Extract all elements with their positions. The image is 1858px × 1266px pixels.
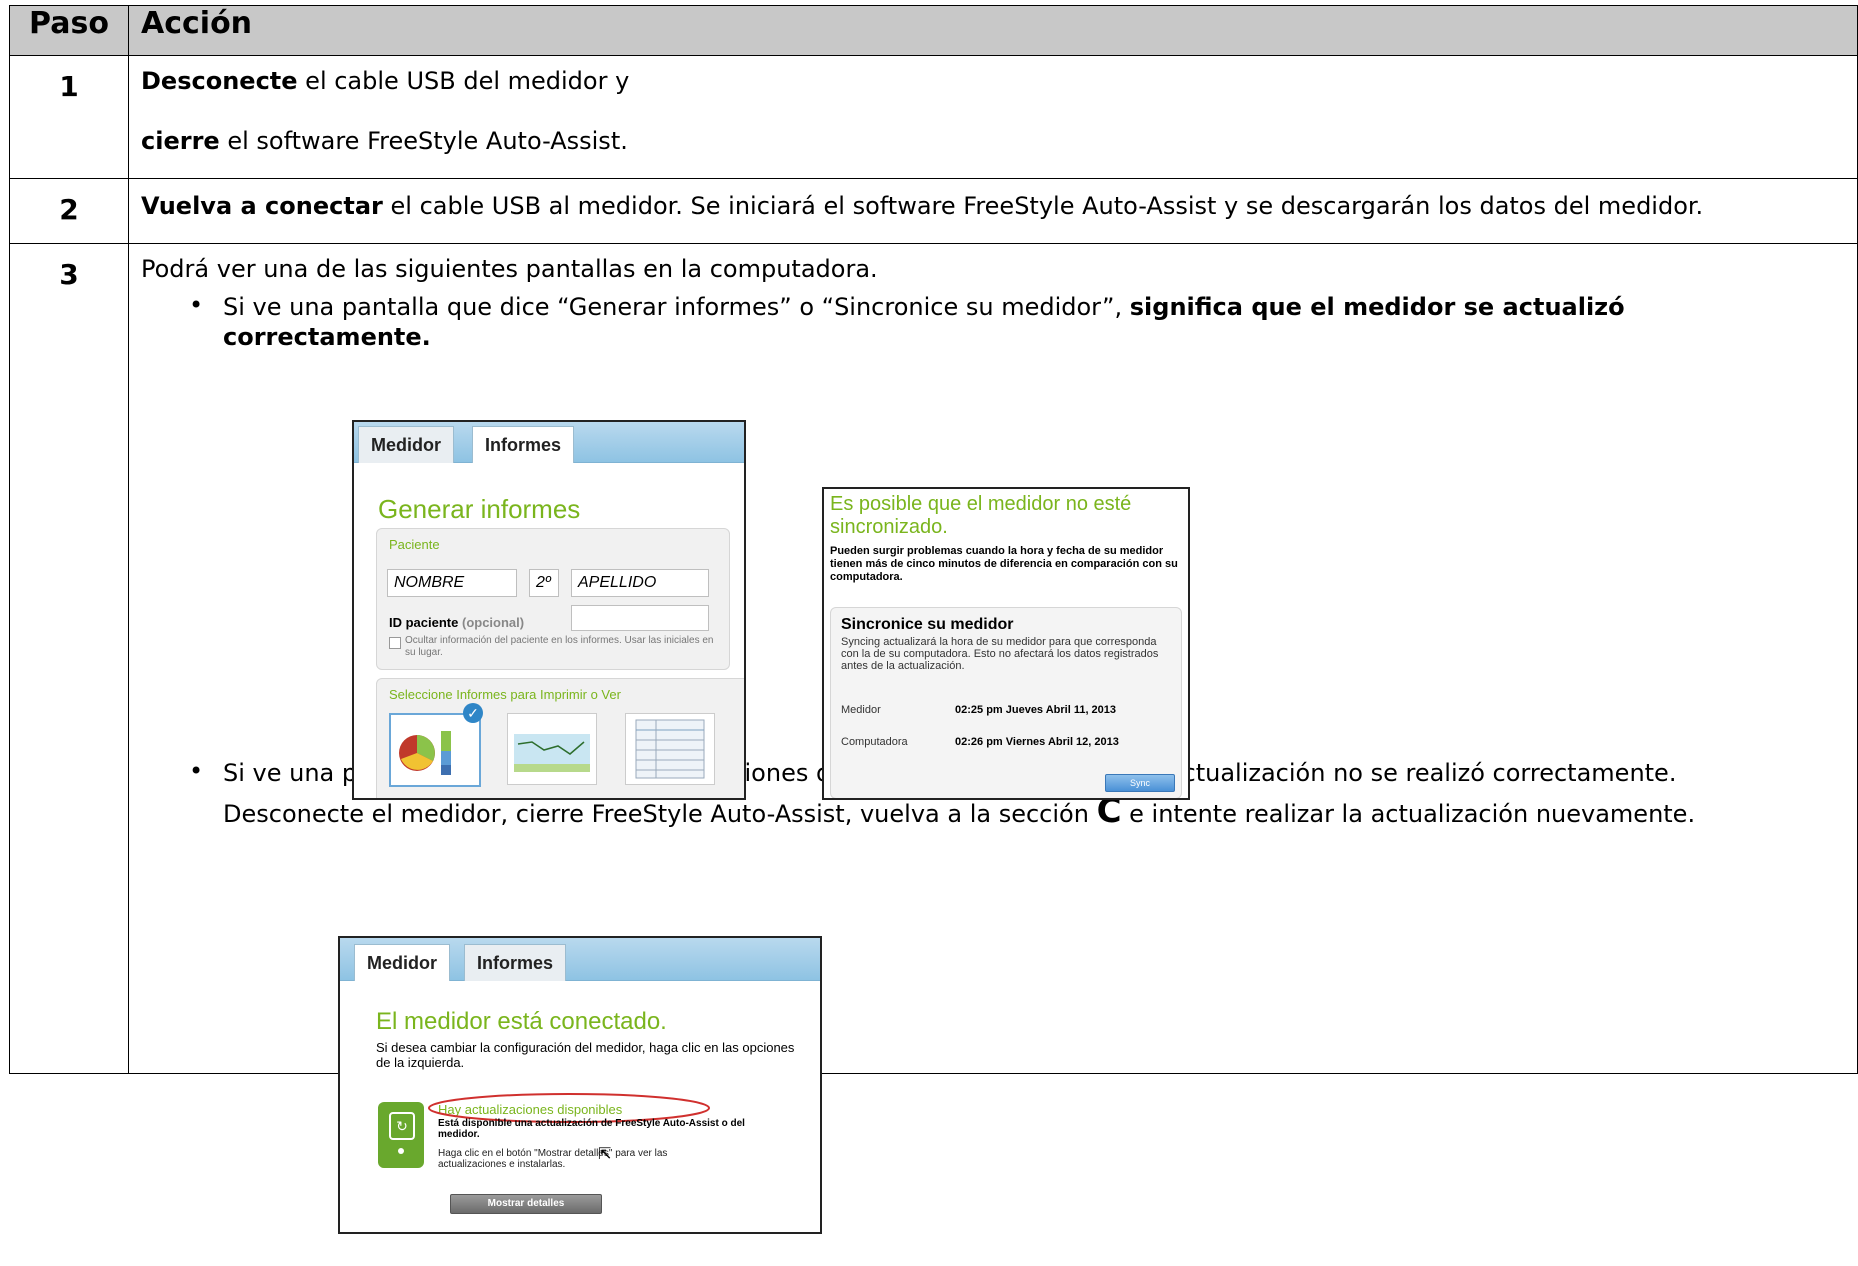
step-line: Vuelva a conectar el cable USB al medido… bbox=[141, 191, 1857, 221]
computer-label: Computadora bbox=[841, 736, 908, 748]
reports-panel: Seleccione Informes para Imprimir o Ver … bbox=[376, 678, 744, 798]
step-number: 2 bbox=[9, 178, 129, 244]
bold-text: cierre bbox=[141, 127, 220, 155]
text: el cable USB del medidor y bbox=[297, 67, 630, 95]
tab-bar: Medidor Informes bbox=[340, 938, 820, 981]
text: Si ve una pantalla que dice “Generar inf… bbox=[223, 293, 1130, 321]
bullet-icon: • bbox=[189, 291, 204, 319]
show-details-button[interactable]: Mostrar detalles bbox=[450, 1194, 602, 1214]
middle-initial-field[interactable]: 2º bbox=[529, 569, 559, 597]
bullet-icon: • bbox=[189, 757, 204, 785]
text: Desconecte el medidor, cierre FreeStyle … bbox=[223, 800, 1097, 828]
id-label: ID paciente (opcional) bbox=[389, 615, 524, 630]
step-intro: Podrá ver una de las siguientes pantalla… bbox=[141, 255, 878, 283]
id-label-text: ID paciente bbox=[389, 615, 459, 630]
step-line: Desconecte el cable USB del medidor y bbox=[141, 66, 1857, 96]
table-icon bbox=[635, 719, 705, 779]
step-text: Desconecte el cable USB del medidor y ci… bbox=[128, 55, 1858, 179]
line-chart-icon bbox=[514, 734, 590, 772]
text: el cable USB al medidor. Se iniciará el … bbox=[382, 192, 1704, 220]
pie-report-icon bbox=[399, 731, 451, 775]
cursor-icon: ⇱ bbox=[598, 1146, 612, 1163]
tab-bar: Medidor Informes bbox=[354, 422, 744, 463]
page-title: El medidor está conectado. bbox=[376, 1008, 667, 1035]
table-row: 1 Desconecte el cable USB del medidor y … bbox=[9, 55, 1858, 179]
device-dot bbox=[398, 1148, 404, 1154]
updates-description: Está disponible una actualización de Fre… bbox=[438, 1118, 745, 1140]
meter-device-icon: ↻ bbox=[378, 1102, 424, 1168]
meter-time: 02:25 pm Jueves Abril 11, 2013 bbox=[955, 704, 1117, 716]
sync-panel: Sincronice su medidor Syncing actualizar… bbox=[830, 607, 1182, 798]
screenshot-meter-connected: Medidor Informes El medidor está conecta… bbox=[338, 936, 822, 1234]
check-icon: ✓ bbox=[463, 703, 483, 723]
updates-hint: Haga clic en el botón "Mostrar detalles"… bbox=[438, 1148, 668, 1170]
meter-label: Medidor bbox=[841, 704, 881, 716]
bold-text: Desconecte bbox=[141, 67, 298, 95]
table-row: 2 Vuelva a conectar el cable USB al medi… bbox=[9, 178, 1858, 244]
report-logbook-thumb[interactable] bbox=[625, 713, 715, 785]
sync-heading: Sincronice su medidor bbox=[841, 616, 1014, 633]
tab-reports[interactable]: Informes bbox=[472, 426, 575, 463]
tab-meter[interactable]: Medidor bbox=[358, 426, 454, 463]
page-title: Es posible que el medidor no esté sincro… bbox=[830, 493, 1132, 538]
step-text: Vuelva a conectar el cable USB al medido… bbox=[128, 178, 1858, 244]
bold-text: Vuelva a conectar bbox=[141, 192, 383, 220]
table-header: Paso Acción bbox=[9, 5, 1858, 56]
tab-meter[interactable]: Medidor bbox=[354, 944, 450, 981]
header-step: Paso bbox=[9, 5, 129, 56]
patient-panel: Paciente NOMBRE 2º APELLIDO ID paciente … bbox=[376, 528, 730, 670]
step-number: 1 bbox=[9, 55, 129, 179]
screenshot-sync-meter: Es posible que el medidor no esté sincro… bbox=[822, 487, 1190, 800]
page-subtitle: Si desea cambiar la configuración del me… bbox=[376, 1040, 795, 1070]
report-snapshot-thumb[interactable] bbox=[389, 713, 481, 787]
text: el software FreeStyle Auto-Assist. bbox=[219, 127, 628, 155]
screenshot-generate-reports: Medidor Informes Generar informes Pacien… bbox=[352, 420, 746, 800]
patient-label: Paciente bbox=[389, 537, 440, 552]
patient-id-field[interactable] bbox=[571, 605, 709, 631]
refresh-icon: ↻ bbox=[389, 1112, 415, 1140]
bullet-item: • Si ve una pantalla que dice “Generar i… bbox=[141, 291, 1857, 352]
hide-info-text: Ocultar información del paciente en los … bbox=[405, 635, 714, 658]
header-action: Acción bbox=[128, 5, 1858, 56]
hide-info-checkbox[interactable] bbox=[389, 637, 401, 649]
id-optional: (opcional) bbox=[461, 615, 525, 630]
last-name-field[interactable]: APELLIDO bbox=[571, 569, 709, 597]
select-reports-label: Seleccione Informes para Imprimir o Ver bbox=[389, 687, 621, 702]
page-title: Generar informes bbox=[378, 494, 581, 524]
first-name-field[interactable]: NOMBRE bbox=[387, 569, 517, 597]
step-number: 3 bbox=[9, 243, 129, 1074]
step-line: Desconecte el medidor, cierre FreeStyle … bbox=[223, 794, 1857, 829]
report-trend-thumb[interactable] bbox=[507, 713, 597, 785]
sync-description: Syncing actualizará la hora de su medido… bbox=[841, 636, 1159, 672]
tab-reports[interactable]: Informes bbox=[464, 944, 567, 981]
warning-text: Pueden surgir problemas cuando la hora y… bbox=[830, 545, 1178, 583]
step-line: cierre el software FreeStyle Auto-Assist… bbox=[141, 126, 1857, 156]
computer-time: 02:26 pm Viernes Abril 12, 2013 bbox=[955, 736, 1119, 748]
text: e intente realizar la actualización nuev… bbox=[1121, 800, 1696, 828]
sync-button[interactable]: Sync bbox=[1105, 774, 1175, 792]
